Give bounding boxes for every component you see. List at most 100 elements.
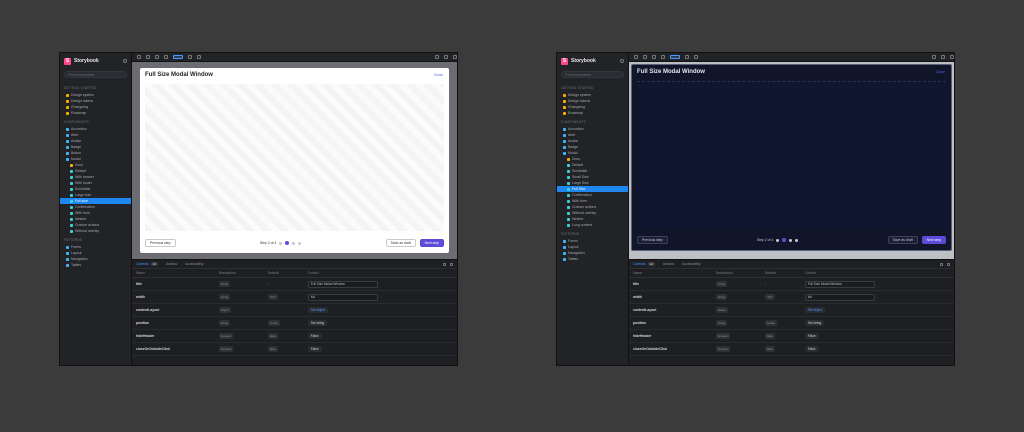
step-dot-active[interactable] [285, 241, 290, 245]
step-dot[interactable] [298, 241, 302, 245]
control-input[interactable]: Full Size Modal Window [307, 280, 378, 288]
step-dot[interactable] [292, 241, 296, 245]
control-button[interactable]: Set string [804, 320, 825, 326]
controls-table: Name Description Default Control title s… [629, 269, 954, 356]
control-object-button[interactable]: Set object [804, 307, 825, 313]
modal-footer: Previous step Step 2 of 4 Save as draft … [637, 235, 946, 245]
sidebar-section-title[interactable]: Components [60, 116, 131, 126]
modal-close-link[interactable]: Close [936, 70, 945, 74]
sidebar-item[interactable]: Tables [557, 256, 628, 262]
step-dot[interactable] [279, 241, 283, 245]
sidebar-item[interactable]: Tables [60, 262, 131, 268]
sidebar-section-title[interactable]: Getting started [60, 82, 131, 92]
fullscreen-icon[interactable] [435, 55, 439, 59]
reset-zoom-icon[interactable] [155, 55, 159, 59]
control-toggle[interactable]: False [307, 346, 322, 352]
preview-canvas: Full Size Modal Window Close Previous st… [132, 62, 457, 259]
column-header: Control [303, 269, 457, 278]
copy-link-icon[interactable] [453, 55, 457, 59]
zoom-in-icon[interactable] [634, 55, 638, 59]
search-input[interactable]: Find components [561, 71, 624, 78]
measure-icon[interactable] [694, 55, 698, 59]
viewport-icon[interactable] [188, 55, 192, 59]
toolbar [132, 53, 457, 62]
search-input[interactable]: Find components [64, 71, 127, 78]
panel-close-icon[interactable] [947, 262, 950, 266]
sidebar-section-title[interactable]: Patterns [557, 228, 628, 238]
background-icon[interactable] [670, 55, 680, 59]
measure-icon[interactable] [197, 55, 201, 59]
toolbar [629, 53, 954, 62]
save-draft-button[interactable]: Save as draft [385, 239, 416, 247]
background-icon[interactable] [173, 55, 183, 59]
table-row: width string "full" full [132, 290, 457, 304]
control-button[interactable]: Set string [307, 320, 328, 326]
zoom-out-icon[interactable] [643, 55, 647, 59]
column-header: Description [214, 269, 264, 278]
brand: S Storybook [557, 53, 628, 69]
addons-panel: Controls 12 Actions Accessibility Name De… [132, 259, 457, 365]
stepper: Step 2 of 4 [260, 241, 302, 245]
modal-window: Full Size Modal Window Close Previous st… [140, 68, 449, 253]
column-header: Description [711, 269, 761, 278]
table-row: closeOnOutsideClick boolean false False [629, 342, 954, 356]
addon-tabs: Controls 12 Actions Accessibility [132, 260, 457, 269]
column-header: Control [800, 269, 954, 278]
modal-title: Full Size Modal Window [637, 69, 705, 75]
control-input[interactable]: Full Size Modal Window [804, 280, 875, 288]
tab-actions[interactable]: Actions [166, 262, 177, 266]
storybook-logo-icon: S [64, 57, 71, 65]
sidebar-section-title[interactable]: Patterns [60, 234, 131, 244]
tab-accessibility[interactable]: Accessibility [682, 262, 700, 266]
tab-controls[interactable]: Controls 12 [633, 262, 655, 266]
panel-orientation-icon[interactable] [443, 262, 446, 266]
table-row: contentLayout object Set object [629, 303, 954, 317]
step-dot[interactable] [776, 238, 780, 242]
zoom-out-icon[interactable] [146, 55, 150, 59]
sidebar-section-title[interactable]: Getting started [557, 82, 628, 92]
grid-icon[interactable] [661, 55, 665, 59]
step-dot[interactable] [795, 238, 799, 242]
fullscreen-icon[interactable] [932, 55, 936, 59]
step-label: Step 2 of 4 [756, 238, 774, 242]
next-step-button[interactable]: Next step [419, 239, 444, 247]
sidebar-section-title[interactable]: Components [557, 116, 628, 126]
reset-zoom-icon[interactable] [652, 55, 656, 59]
table-row: hideHeader boolean false False [132, 329, 457, 343]
panel-orientation-icon[interactable] [940, 262, 943, 266]
modal-body [637, 81, 946, 228]
brand-name: Storybook [74, 58, 99, 64]
table-row: position string center Set string [629, 316, 954, 330]
modal-close-link[interactable]: Close [434, 73, 443, 77]
next-step-button[interactable]: Next step [921, 236, 946, 244]
control-toggle[interactable]: False [804, 346, 819, 352]
step-dot-active[interactable] [782, 238, 787, 242]
controls-table: Name Description Default Control title s… [132, 269, 457, 356]
preview-canvas: Full Size Modal Window Close Previous st… [629, 62, 954, 259]
zoom-in-icon[interactable] [137, 55, 141, 59]
new-tab-icon[interactable] [444, 55, 448, 59]
control-object-button[interactable]: Set object [307, 307, 328, 313]
tab-accessibility[interactable]: Accessibility [185, 262, 203, 266]
sidebar: S Storybook Find components Getting star… [60, 53, 132, 365]
panel-close-icon[interactable] [450, 262, 453, 266]
new-tab-icon[interactable] [941, 55, 945, 59]
control-input[interactable]: full [804, 293, 875, 301]
grid-icon[interactable] [164, 55, 168, 59]
previous-step-button[interactable]: Previous step [145, 239, 176, 247]
tab-controls[interactable]: Controls 12 [136, 262, 158, 266]
step-dot[interactable] [789, 238, 793, 242]
column-header: Default [263, 269, 304, 278]
table-row: title string - Full Size Modal Window [629, 277, 954, 291]
tab-actions[interactable]: Actions [663, 262, 674, 266]
stepper: Step 2 of 4 [756, 238, 799, 242]
save-draft-button[interactable]: Save as draft [887, 236, 918, 244]
settings-gear-icon[interactable] [620, 59, 624, 63]
control-toggle[interactable]: False [804, 333, 819, 339]
control-input[interactable]: full [307, 293, 378, 301]
viewport-icon[interactable] [685, 55, 689, 59]
control-toggle[interactable]: False [307, 333, 322, 339]
previous-step-button[interactable]: Previous step [637, 236, 668, 244]
copy-link-icon[interactable] [950, 55, 954, 59]
settings-gear-icon[interactable] [123, 59, 127, 63]
